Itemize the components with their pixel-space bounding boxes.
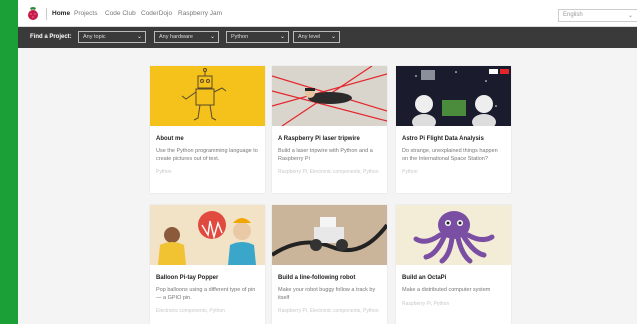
card-title[interactable]: Balloon Pi-tay Popper [156,274,259,282]
card-tags: Raspberry Pi, Python [402,300,450,307]
top-navigation: Home Projects Code Club CoderDojo Raspbe… [18,0,637,27]
level-filter-value: Any level [298,34,321,40]
card-description: Build a laser tripwire with Python and a… [278,148,373,162]
hardware-filter-select[interactable]: Any hardware ⌄ [154,31,219,43]
card-title[interactable]: About me [156,135,259,143]
raspberry-logo-icon[interactable] [26,6,40,21]
chevron-down-icon: ⌄ [136,34,142,40]
card-title[interactable]: Build a line-following robot [278,274,381,282]
chevron-down-icon: ⌄ [330,34,336,40]
card-tags: Electronic components, Python [156,308,225,314]
astronauts-image [396,66,511,126]
language-select[interactable]: English ⌄ [558,9,637,22]
card-description: Make a distributed computer system [402,287,491,293]
line-robot-image [272,205,387,265]
laser-heist-image [272,66,387,126]
topic-filter-value: Any topic [83,34,106,40]
card-title[interactable]: Build an OctaPi [402,274,505,282]
language-filter-select[interactable]: Python ⌄ [226,31,289,43]
card-description: Use the Python programming language to c… [156,148,258,162]
card-title[interactable]: Astro Pi Flight Data Analysis [402,135,505,143]
nav-divider [46,8,47,20]
chevron-down-icon: ⌄ [627,13,633,19]
card-tags: Python [156,169,172,175]
filter-label: Find a Project: [30,34,72,40]
card-title[interactable]: A Raspberry Pi laser tripwire [278,135,381,143]
balloon-popper-image [150,205,265,265]
project-card-laser-tripwire[interactable]: A Raspberry Pi laser tripwire Build a la… [272,66,387,193]
nav-raspberry-jam-link[interactable]: Raspberry Jam [178,10,222,17]
card-description: Pop balloons using a different type of p… [156,287,256,301]
octopus-image [396,205,511,265]
chevron-down-icon: ⌄ [209,34,215,40]
left-accent-bar [0,0,18,324]
nav-code-club-link[interactable]: Code Club [105,10,136,17]
project-card-octapi[interactable]: Build an OctaPi Make a distributed compu… [396,205,511,324]
language-select-value: English [563,12,583,18]
project-card-balloon-popper[interactable]: Balloon Pi-tay Popper Pop balloons using… [150,205,265,324]
card-tags: Raspberry Pi, Electronic components, Pyt… [278,169,379,175]
filter-bar: Find a Project: Any topic ⌄ Any hardware… [18,27,637,48]
nav-projects-link[interactable]: Projects [74,10,97,17]
chevron-down-icon: ⌄ [279,34,285,40]
card-description: Make your robot buggy follow a track by … [278,287,376,301]
project-card-astro-pi[interactable]: Astro Pi Flight Data Analysis Do strange… [396,66,511,193]
card-description: Do strange, unexplained things happen on… [402,148,498,162]
card-tags: Python [402,169,418,175]
project-card-line-robot[interactable]: Build a line-following robot Make your r… [272,205,387,324]
topic-filter-select[interactable]: Any topic ⌄ [78,31,146,43]
level-filter-select[interactable]: Any level ⌄ [293,31,340,43]
nav-coderdojo-link[interactable]: CoderDojo [141,10,172,17]
language-filter-value: Python [231,34,249,40]
nav-home-link[interactable]: Home [52,10,70,17]
hardware-filter-value: Any hardware [159,34,193,40]
card-tags: Raspberry Pi, Electronic components, Pyt… [278,308,379,314]
robot-drawing-image [150,66,265,126]
project-card-about-me[interactable]: About me Use the Python programming lang… [150,66,265,193]
